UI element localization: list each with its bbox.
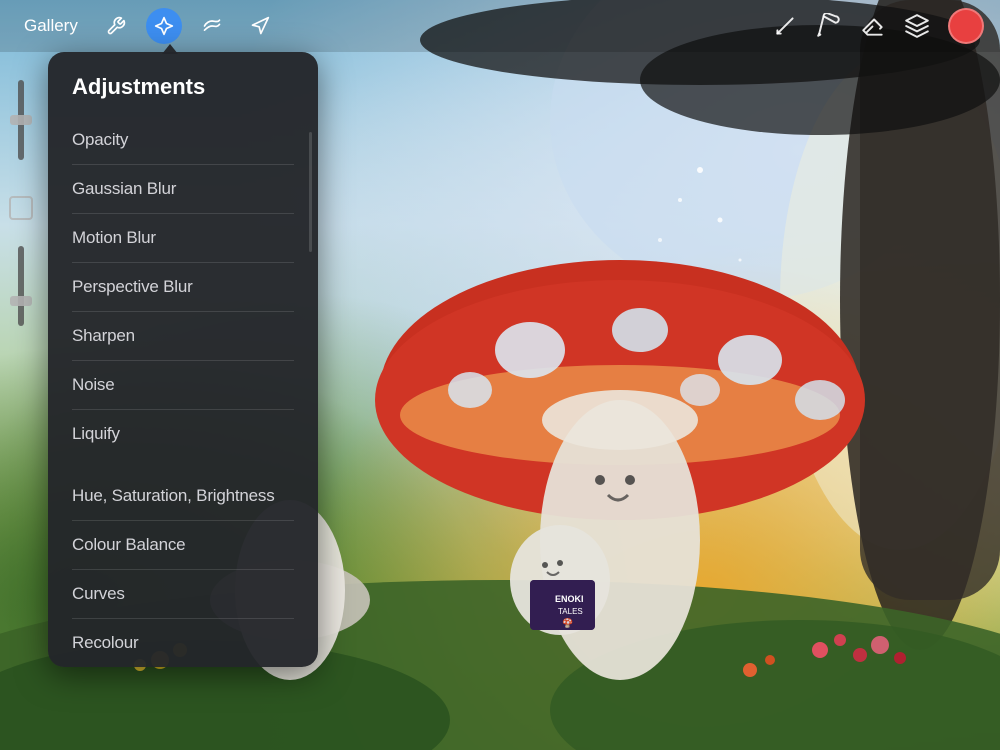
adjustments-panel: Adjustments Opacity Gaussian Blur Motion…	[48, 52, 318, 667]
navigate-button[interactable]	[242, 8, 278, 44]
menu-item-motion-blur[interactable]: Motion Blur	[48, 214, 318, 262]
menu-item-liquify[interactable]: Liquify	[48, 410, 318, 458]
panel-title: Adjustments	[48, 52, 318, 116]
scroll-indicator	[309, 132, 312, 252]
eraser-tool[interactable]	[860, 13, 886, 39]
brush-tool[interactable]	[816, 13, 842, 39]
wrench-button[interactable]	[98, 8, 134, 44]
top-bar: Gallery	[0, 0, 1000, 52]
size-slider-thumb	[10, 296, 32, 306]
smudge-button[interactable]	[194, 8, 230, 44]
svg-text:🍄: 🍄	[562, 617, 573, 628]
gallery-button[interactable]: Gallery	[16, 12, 86, 40]
panel-arrow	[162, 44, 178, 54]
svg-text:ENOKI: ENOKI	[555, 594, 584, 604]
left-sidebar	[0, 52, 42, 750]
menu-item-recolour[interactable]: Recolour	[48, 619, 318, 667]
modifier-toggle[interactable]	[9, 196, 33, 220]
layers-tool[interactable]	[904, 13, 930, 39]
magic-button[interactable]	[146, 8, 182, 44]
menu-item-gaussian-blur[interactable]: Gaussian Blur	[48, 165, 318, 213]
menu-item-sharpen[interactable]: Sharpen	[48, 312, 318, 360]
pen-tool[interactable]	[772, 13, 798, 39]
opacity-slider[interactable]	[18, 80, 24, 160]
color-picker[interactable]	[948, 8, 984, 44]
menu-item-curves[interactable]: Curves	[48, 570, 318, 618]
toolbar-right	[772, 8, 984, 44]
size-slider[interactable]	[18, 246, 24, 326]
menu-item-perspective-blur[interactable]: Perspective Blur	[48, 263, 318, 311]
section-gap	[48, 458, 318, 472]
menu-item-hue-sat[interactable]: Hue, Saturation, Brightness	[48, 472, 318, 520]
menu-item-opacity[interactable]: Opacity	[48, 116, 318, 164]
menu-item-colour-balance[interactable]: Colour Balance	[48, 521, 318, 569]
menu-item-noise[interactable]: Noise	[48, 361, 318, 409]
svg-text:TALES: TALES	[558, 607, 583, 616]
opacity-slider-thumb	[10, 115, 32, 125]
toolbar-left: Gallery	[16, 8, 278, 44]
